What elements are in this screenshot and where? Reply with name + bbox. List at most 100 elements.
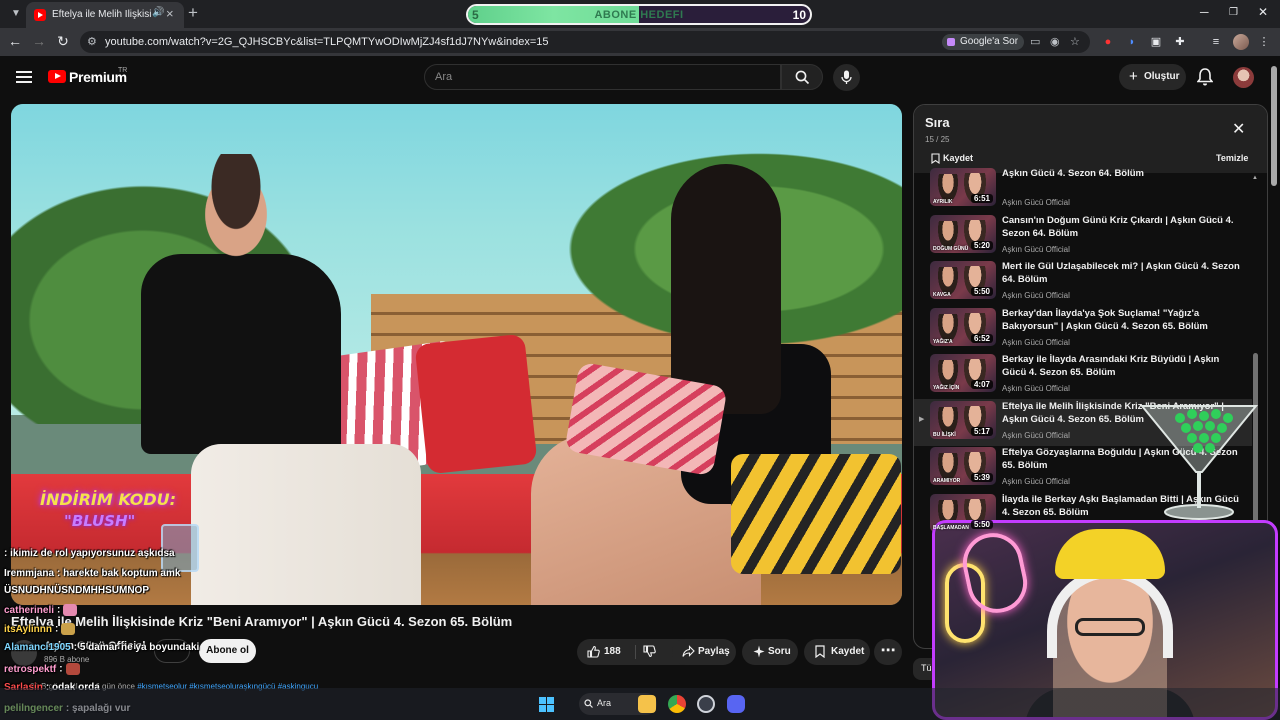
chat-username: Alamanci1905 (4, 642, 71, 653)
notifications-bell-icon[interactable] (1197, 68, 1213, 86)
queue-item-channel[interactable]: Aşkın Gücü Official (1002, 245, 1070, 254)
taskbar-search-label: Ara (597, 698, 612, 708)
queue-item-channel[interactable]: Aşkın Gücü Official (1002, 338, 1070, 347)
account-avatar[interactable] (1233, 67, 1254, 88)
duration-badge: 6:51 (970, 194, 993, 203)
url-text[interactable]: youtube.com/watch?v=2G_QJHSCBYc&list=TLP… (105, 36, 549, 48)
thumbnail-caption: KAVGA (933, 292, 951, 298)
queue-item-title[interactable]: Cansın'ın Doğum Günü Kriz Çıkardı | Aşkı… (1002, 214, 1242, 240)
duration-badge: 5:50 (970, 287, 993, 296)
create-button[interactable]: + Oluştur (1119, 64, 1186, 90)
eye-off-icon[interactable]: ◉ (1050, 35, 1060, 48)
browser-tab-strip: ▼ Eftelya ile Melih İlişkisinde K 🔊 × + … (0, 0, 1280, 28)
chrome-icon[interactable] (668, 695, 686, 713)
browser-profile-avatar[interactable] (1233, 34, 1249, 50)
youtube-favicon-icon (34, 9, 46, 21)
chat-username: itsAylinnn (4, 623, 52, 635)
back-button[interactable]: ← (6, 33, 24, 49)
chat-message: itsAylinnn: (4, 623, 76, 635)
queue-header: Sıra 15 / 25 ✕ Kaydet Temizle (914, 105, 1267, 173)
thumbnail-caption: BAŞLAMADAN (933, 524, 969, 531)
address-bar[interactable]: ⚙ youtube.com/watch?v=2G_QJHSCBYc&list=T… (80, 31, 1090, 53)
ask-label: Soru (768, 646, 791, 657)
queue-thumbnail[interactable]: DOĞUM GÜNÜ 5:20 (930, 214, 996, 253)
reading-list-icon[interactable]: ≡ (1208, 34, 1224, 50)
man-head (191, 154, 281, 264)
discord-icon[interactable] (727, 695, 745, 713)
queue-item-title[interactable]: Berkay ile İlayda Arasındaki Kriz Büyüdü… (1002, 353, 1242, 379)
chat-text: : ikimiz de rol yapıyorsunuz aşkıdsa (4, 548, 175, 559)
voice-search-button[interactable] (833, 64, 860, 91)
queue-item-title[interactable]: Mert ile Gül Uzlaşabilecek mi? | Aşkın G… (1002, 260, 1242, 286)
queue-item-channel[interactable]: Aşkın Gücü Official (1002, 291, 1070, 300)
queue-clear-button[interactable]: Temizle (1216, 153, 1248, 163)
save-button[interactable]: Kaydet (804, 639, 870, 665)
youtube-logo-icon[interactable] (48, 70, 66, 83)
minimize-window-button[interactable]: ─ (1200, 5, 1209, 19)
queue-thumbnail[interactable]: YAĞIZ'A 6:52 (930, 307, 996, 346)
chat-text: ÜSNUDHNÜSNDMHHSUMNOP (4, 585, 149, 596)
queue-thumbnail[interactable]: BU İLİŞKİ 5:17 (930, 400, 996, 439)
speaker-icon[interactable]: 🔊 (152, 7, 164, 18)
queue-thumbnail[interactable]: ARAMIYOR 5:39 (930, 447, 996, 485)
woman-hair (671, 164, 781, 414)
queue-item-channel[interactable]: Aşkın Gücü Official (1002, 384, 1070, 393)
search-button[interactable] (781, 64, 823, 90)
share-label: Paylaş (698, 646, 730, 657)
scroll-up-arrow-icon[interactable]: ▲ (1252, 175, 1258, 181)
google-ask-button[interactable]: Google'a Sor (942, 34, 1025, 50)
bookmark-star-icon[interactable]: ☆ (1070, 35, 1080, 48)
bookmark-icon (815, 645, 825, 658)
page-scrollbar-thumb[interactable] (1271, 66, 1277, 186)
search-input[interactable]: Ara (424, 64, 781, 90)
extension-square-icon[interactable]: ▣ (1148, 34, 1164, 50)
site-info-icon[interactable]: ⚙ (87, 35, 97, 48)
forward-button[interactable]: → (30, 33, 48, 49)
close-queue-icon[interactable]: ✕ (1232, 119, 1245, 139)
queue-item-title[interactable]: Aşkın Gücü 4. Sezon 64. Bölüm (1002, 167, 1242, 180)
bookmark-icon (931, 153, 940, 164)
queue-item[interactable]: YAĞIZ İÇİN 4:07 Berkay ile İlayda Arasında… (914, 352, 1252, 399)
close-window-button[interactable]: ✕ (1258, 5, 1268, 19)
windows-start-icon[interactable] (539, 697, 554, 712)
video-frame-pillow (731, 454, 901, 574)
browser-menu-icon[interactable]: ⋮ (1256, 34, 1272, 50)
tab-search-icon[interactable]: ▼ (8, 6, 24, 22)
file-explorer-icon[interactable] (638, 695, 656, 713)
reload-button[interactable]: ↻ (54, 33, 72, 50)
new-tab-button[interactable]: + (188, 3, 198, 23)
like-button[interactable]: 188 (577, 639, 635, 665)
queue-thumbnail[interactable]: BAŞLAMADAN 5:50 (930, 493, 996, 532)
man-body (141, 254, 341, 454)
queue-item[interactable]: YAĞIZ'A 6:52 Berkay'dan İlayda'ya Şok Suçl… (914, 306, 1252, 353)
queue-title: Sıra (925, 115, 950, 130)
share-button[interactable]: Paylaş (672, 639, 736, 665)
extension-translate-icon[interactable]: ◗ (1124, 34, 1140, 50)
queue-item-channel[interactable]: Aşkın Gücü Official (1002, 198, 1070, 207)
share-icon (682, 645, 695, 657)
thumbs-up-icon (587, 645, 600, 658)
queue-thumbnail[interactable]: AYRILIK 6:51 (930, 168, 996, 206)
more-actions-icon[interactable]: ⋯ (874, 639, 902, 665)
queue-item[interactable]: DOĞUM GÜNÜ 5:20 Cansın'ın Doğum Günü Kriz … (914, 213, 1252, 260)
restore-window-button[interactable]: ❐ (1229, 7, 1238, 18)
chat-message: Iremmjana: harekte bak koptum amk (4, 568, 180, 579)
extensions-puzzle-icon[interactable]: ✚ (1172, 34, 1188, 50)
extension-red-icon[interactable]: ● (1100, 34, 1116, 50)
queue-item[interactable]: AYRILIK 6:51 Aşkın Gücü 4. Sezon 64. Bölüm… (914, 166, 1252, 213)
browser-tab-active[interactable]: Eftelya ile Melih İlişkisinde K 🔊 × (26, 2, 184, 28)
cast-icon[interactable]: ▭ (1030, 35, 1040, 48)
queue-item-title[interactable]: Berkay'dan İlayda'ya Şok Suçlama! "Yağız… (1002, 307, 1242, 333)
chat-username: Iremmjana (4, 568, 55, 579)
close-tab-icon[interactable]: × (166, 6, 174, 21)
queue-thumbnail[interactable]: YAĞIZ İÇİN 4:07 (930, 354, 996, 392)
queue-item[interactable]: KAVGA 5:50 Mert ile Gül Uzlaşabilecek mi? … (914, 259, 1252, 306)
obs-icon[interactable] (697, 695, 715, 713)
menu-icon[interactable] (16, 71, 32, 83)
queue-item-channel[interactable]: Aşkın Gücü Official (1002, 477, 1070, 486)
queue-item-channel[interactable]: Aşkın Gücü Official (1002, 431, 1070, 440)
queue-thumbnail[interactable]: KAVGA 5:50 (930, 261, 996, 299)
ask-button[interactable]: Soru (742, 639, 798, 665)
promo-code-overlay: İNDİRİM KODU: (40, 490, 176, 509)
video-player[interactable] (11, 104, 902, 605)
